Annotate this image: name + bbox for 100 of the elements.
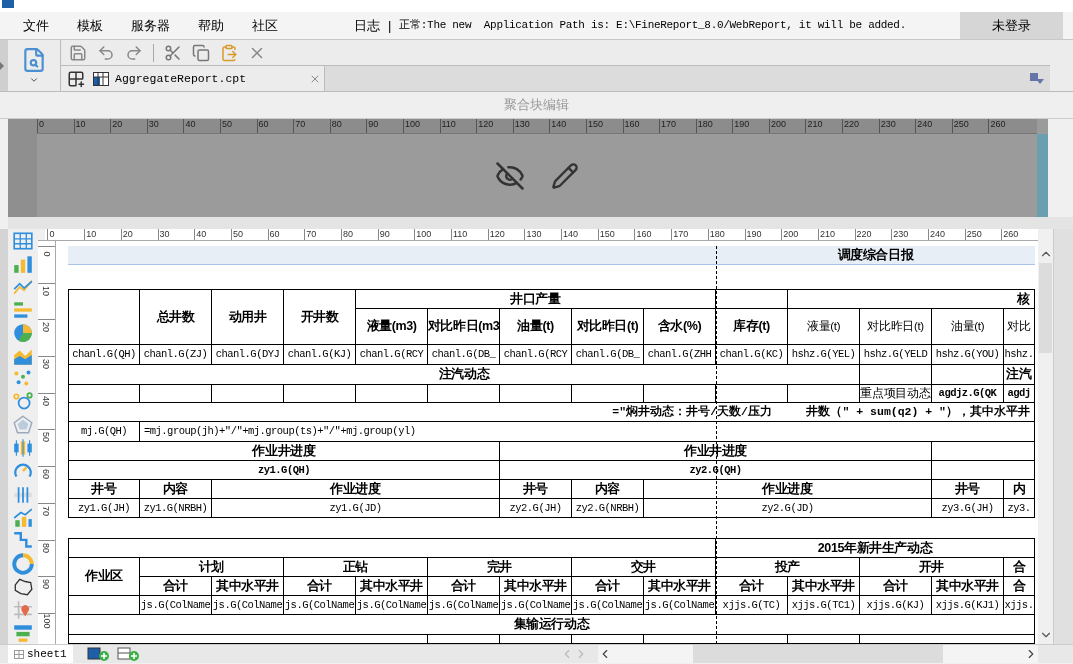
table-cell[interactable]: 其中水平井 bbox=[212, 577, 284, 596]
empty-cell[interactable] bbox=[356, 385, 428, 403]
empty-cell[interactable] bbox=[68, 596, 140, 615]
table-cell[interactable]: 内 bbox=[1004, 480, 1035, 499]
empty-cell[interactable] bbox=[68, 538, 716, 558]
table-cell[interactable]: 油量(t) bbox=[500, 309, 572, 345]
table-cell[interactable]: 正钻 bbox=[284, 558, 428, 577]
table-cell[interactable]: js.G(ColName bbox=[140, 596, 212, 615]
edit-icon[interactable] bbox=[551, 161, 579, 190]
table-cell[interactable]: 合计 bbox=[860, 577, 932, 596]
table-cell[interactable]: 作业井进度 bbox=[500, 442, 932, 461]
table-cell[interactable]: ="焖井动态：井号/天数/压力 井数（" + sum(q2) + "），其中水平井 bbox=[68, 403, 1035, 422]
table-cell[interactable]: 液量(t) bbox=[788, 309, 860, 345]
empty-cell[interactable] bbox=[932, 442, 1035, 461]
table-cell[interactable]: 对比昨日(t) bbox=[572, 309, 644, 345]
empty-cell[interactable] bbox=[68, 385, 140, 403]
empty-cell[interactable] bbox=[212, 385, 284, 403]
table-cell[interactable]: chanl.G(DYJ bbox=[212, 345, 284, 365]
table-cell[interactable]: js.G(ColName bbox=[500, 596, 572, 615]
table-cell[interactable]: 调度综合日报 bbox=[716, 246, 1035, 265]
stock-chart-icon[interactable] bbox=[12, 437, 34, 460]
table-cell[interactable]: 合计 bbox=[428, 577, 500, 596]
table-cell[interactable]: 作业区 bbox=[68, 558, 140, 596]
table-cell[interactable]: js.G(ColName bbox=[212, 596, 284, 615]
table-icon[interactable] bbox=[12, 230, 34, 252]
table-cell[interactable]: 核 bbox=[788, 289, 1035, 309]
tab-list-icon[interactable] bbox=[1030, 72, 1044, 85]
table-cell[interactable]: 井号 bbox=[500, 480, 572, 499]
table-cell[interactable]: hshz.G(YOU) bbox=[932, 345, 1004, 365]
table-cell[interactable]: 合计 bbox=[140, 577, 212, 596]
table-cell[interactable]: chanl.G(RCY bbox=[500, 345, 572, 365]
table-cell[interactable]: 库存(t) bbox=[716, 309, 788, 345]
table-cell[interactable]: 其中水平井 bbox=[788, 577, 860, 596]
table-cell[interactable]: 集输运行动态 bbox=[68, 615, 1035, 635]
table-cell[interactable]: xjjs.G(KJ1) bbox=[932, 596, 1004, 615]
table-cell[interactable]: 开井数 bbox=[284, 289, 356, 345]
bar-chart-icon[interactable] bbox=[12, 253, 34, 276]
empty-cell[interactable] bbox=[428, 385, 500, 403]
table-cell[interactable]: hshz. bbox=[1004, 345, 1035, 365]
table-cell[interactable]: 合 bbox=[1004, 558, 1035, 577]
table-cell[interactable]: 对比昨日(m3 bbox=[428, 309, 500, 345]
empty-cell[interactable] bbox=[68, 289, 140, 345]
table-cell[interactable]: 2015年新井生产动态 bbox=[716, 538, 1035, 558]
empty-cell[interactable] bbox=[140, 385, 212, 403]
empty-cell[interactable] bbox=[932, 461, 1035, 480]
paste-icon[interactable] bbox=[220, 43, 238, 62]
document-tab[interactable]: AggregateReport.cpt bbox=[90, 66, 325, 91]
log-link[interactable]: 日志 bbox=[354, 15, 380, 36]
table-cell[interactable]: xjjs.G(KJ) bbox=[860, 596, 932, 615]
table-cell[interactable]: 总井数 bbox=[140, 289, 212, 345]
empty-cell[interactable] bbox=[284, 385, 356, 403]
table-cell[interactable]: 含水(%) bbox=[644, 309, 716, 345]
table-cell[interactable]: zy1.G(QH) bbox=[68, 461, 500, 480]
menu-item[interactable]: 帮助 bbox=[198, 15, 224, 36]
table-cell[interactable]: 井号 bbox=[932, 480, 1004, 499]
empty-cell[interactable] bbox=[716, 385, 788, 403]
table-cell[interactable]: 其中水平井 bbox=[932, 577, 1004, 596]
table-cell[interactable]: 计划 bbox=[140, 558, 284, 577]
table-cell[interactable]: 注汽 bbox=[1004, 365, 1035, 385]
table-cell[interactable]: 作业进度 bbox=[644, 480, 932, 499]
table-cell[interactable]: zy1.G(JD) bbox=[212, 499, 500, 518]
table-cell[interactable]: 交井 bbox=[572, 558, 716, 577]
table-cell[interactable]: zy1.G(NRBH) bbox=[140, 499, 212, 518]
table-cell[interactable]: chanl.G(DB_ bbox=[428, 345, 500, 365]
table-cell[interactable]: zy2.G(JH) bbox=[500, 499, 572, 518]
empty-cell[interactable] bbox=[932, 365, 1004, 385]
menu-item[interactable]: 文件 bbox=[23, 15, 49, 36]
table-cell[interactable]: 对比 bbox=[1004, 309, 1035, 345]
empty-cell[interactable] bbox=[788, 385, 860, 403]
table-cell[interactable]: 其中水平井 bbox=[644, 577, 716, 596]
table-cell[interactable]: hshz.G(YELD bbox=[860, 345, 932, 365]
add-report-sheet-icon[interactable] bbox=[86, 647, 111, 661]
empty-cell[interactable] bbox=[644, 385, 716, 403]
hide-icon[interactable] bbox=[495, 160, 525, 191]
combo-chart-icon[interactable] bbox=[12, 506, 34, 529]
table-cell[interactable]: =mj.group(jh)+"/"+mj.group(ts)+"/"+mj.group(yl) bbox=[140, 422, 1035, 442]
empty-cell[interactable] bbox=[572, 385, 644, 403]
empty-cell[interactable] bbox=[716, 289, 788, 309]
table-cell[interactable]: xjjs. bbox=[1004, 596, 1035, 615]
table-cell[interactable]: 投产 bbox=[716, 558, 860, 577]
empty-cell[interactable] bbox=[500, 385, 572, 403]
menu-item[interactable]: 服务器 bbox=[131, 15, 170, 36]
table-cell[interactable]: 作业井进度 bbox=[68, 442, 500, 461]
table-cell[interactable]: hshz.G(YEL) bbox=[788, 345, 860, 365]
table-cell[interactable]: zy3.G(JH) bbox=[932, 499, 1004, 518]
table-cell[interactable]: 井号 bbox=[68, 480, 140, 499]
table-cell[interactable]: 内容 bbox=[572, 480, 644, 499]
scrollbar-thumb[interactable] bbox=[693, 645, 943, 663]
pie-chart-icon[interactable] bbox=[12, 322, 34, 345]
table-cell[interactable]: xjjs.G(TC1) bbox=[788, 596, 860, 615]
table-cell[interactable]: chanl.G(QH) bbox=[68, 345, 140, 365]
table-cell[interactable]: chanl.G(KJ) bbox=[284, 345, 356, 365]
table-cell[interactable]: js.G(ColName bbox=[644, 596, 716, 615]
table-cell[interactable]: 完井 bbox=[428, 558, 572, 577]
save-icon[interactable] bbox=[69, 43, 87, 62]
table-cell[interactable]: 其中水平井 bbox=[500, 577, 572, 596]
table-cell[interactable]: 注汽动态 bbox=[68, 365, 860, 385]
table-cell[interactable]: agdjz.G(QK bbox=[932, 385, 1004, 403]
table-cell[interactable]: 井口产量 bbox=[356, 289, 716, 309]
table-cell[interactable]: 液量(m3) bbox=[356, 309, 428, 345]
